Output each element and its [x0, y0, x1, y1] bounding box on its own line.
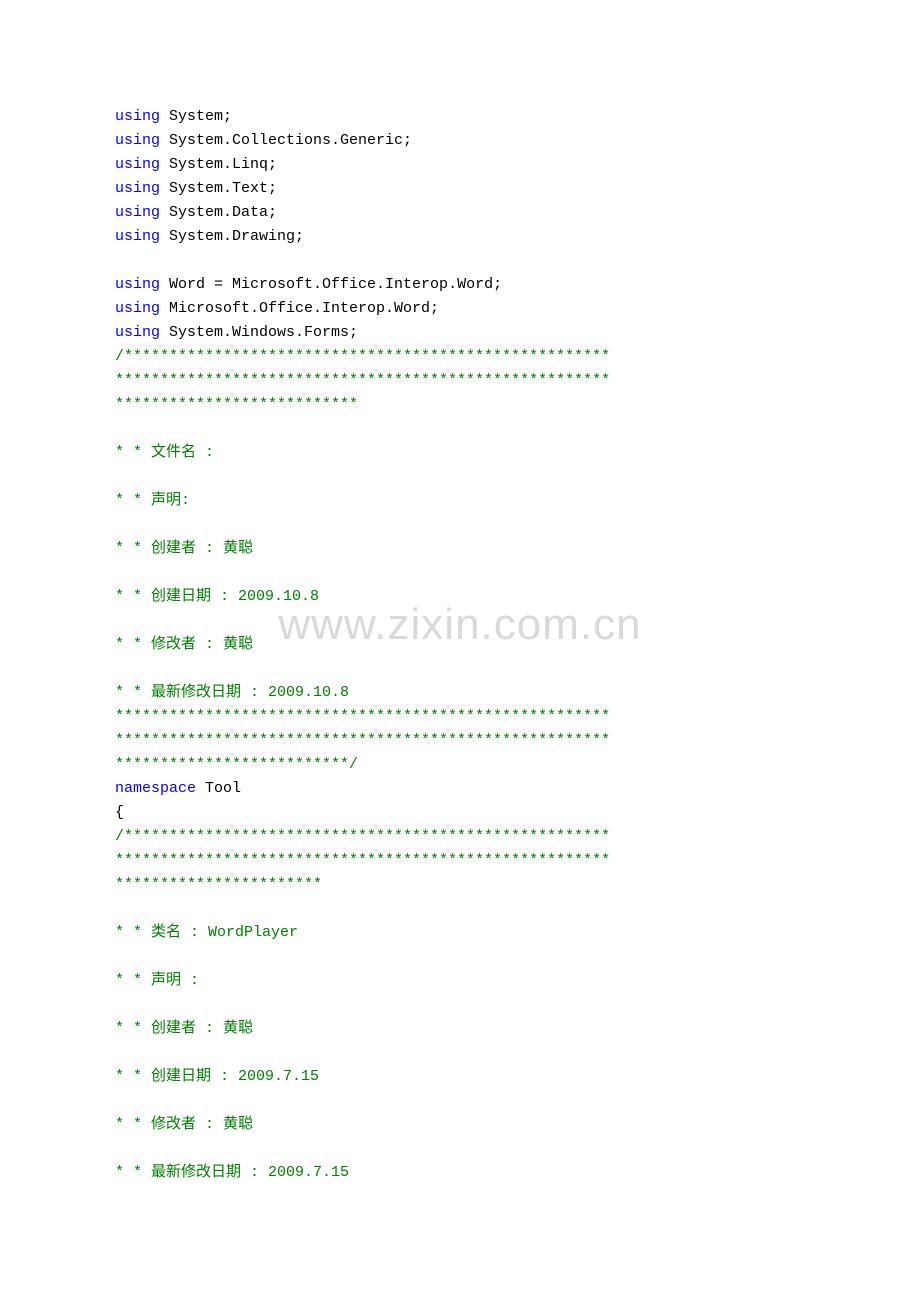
keyword-using: using	[115, 276, 160, 293]
comment-line: * * 声明:	[115, 492, 190, 509]
keyword-using: using	[115, 132, 160, 149]
code-text: System.Data;	[160, 204, 277, 221]
keyword-using: using	[115, 324, 160, 341]
keyword-using: using	[115, 156, 160, 173]
code-text: Word = Microsoft.Office.Interop.Word;	[160, 276, 502, 293]
comment-line: * * 最新修改日期 : 2009.10.8	[115, 684, 349, 701]
code-text: Tool	[196, 780, 241, 797]
comment-line: * * 类名 : WordPlayer	[115, 924, 298, 941]
comment-line: * * 创建者 : 黄聪	[115, 540, 253, 557]
comment-line: ****************************************…	[115, 852, 610, 869]
comment-line: ****************************************…	[115, 708, 610, 725]
comment-line: * * 修改者 : 黄聪	[115, 1116, 253, 1133]
code-text: System.Linq;	[160, 156, 277, 173]
comment-line: * * 创建日期 : 2009.7.15	[115, 1068, 319, 1085]
comment-line: /***************************************…	[115, 828, 610, 845]
comment-line: * * 创建日期 : 2009.10.8	[115, 588, 319, 605]
comment-line: ****************************************…	[115, 372, 610, 389]
code-text: System.Collections.Generic;	[160, 132, 412, 149]
keyword-using: using	[115, 228, 160, 245]
code-text: System.Windows.Forms;	[160, 324, 358, 341]
comment-line: ****************************************…	[115, 732, 610, 749]
comment-line: * * 创建者 : 黄聪	[115, 1020, 253, 1037]
keyword-using: using	[115, 108, 160, 125]
comment-line: * * 文件名 :	[115, 444, 214, 461]
comment-line: * * 声明 :	[115, 972, 199, 989]
keyword-namespace: namespace	[115, 780, 196, 797]
code-text: {	[115, 804, 124, 821]
comment-line: ***********************	[115, 876, 322, 893]
comment-line: * * 最新修改日期 : 2009.7.15	[115, 1164, 349, 1181]
comment-line: ***************************	[115, 396, 358, 413]
keyword-using: using	[115, 204, 160, 221]
code-text: System.Text;	[160, 180, 277, 197]
comment-line: /***************************************…	[115, 348, 610, 365]
keyword-using: using	[115, 180, 160, 197]
code-text: Microsoft.Office.Interop.Word;	[160, 300, 439, 317]
code-text: System;	[160, 108, 232, 125]
comment-line: **************************/	[115, 756, 358, 773]
comment-line: * * 修改者 : 黄聪	[115, 636, 253, 653]
keyword-using: using	[115, 300, 160, 317]
code-text: System.Drawing;	[160, 228, 304, 245]
code-block: using System; using System.Collections.G…	[115, 105, 805, 1185]
document-page: www.zixin.com.cn using System; using Sys…	[0, 0, 920, 1302]
